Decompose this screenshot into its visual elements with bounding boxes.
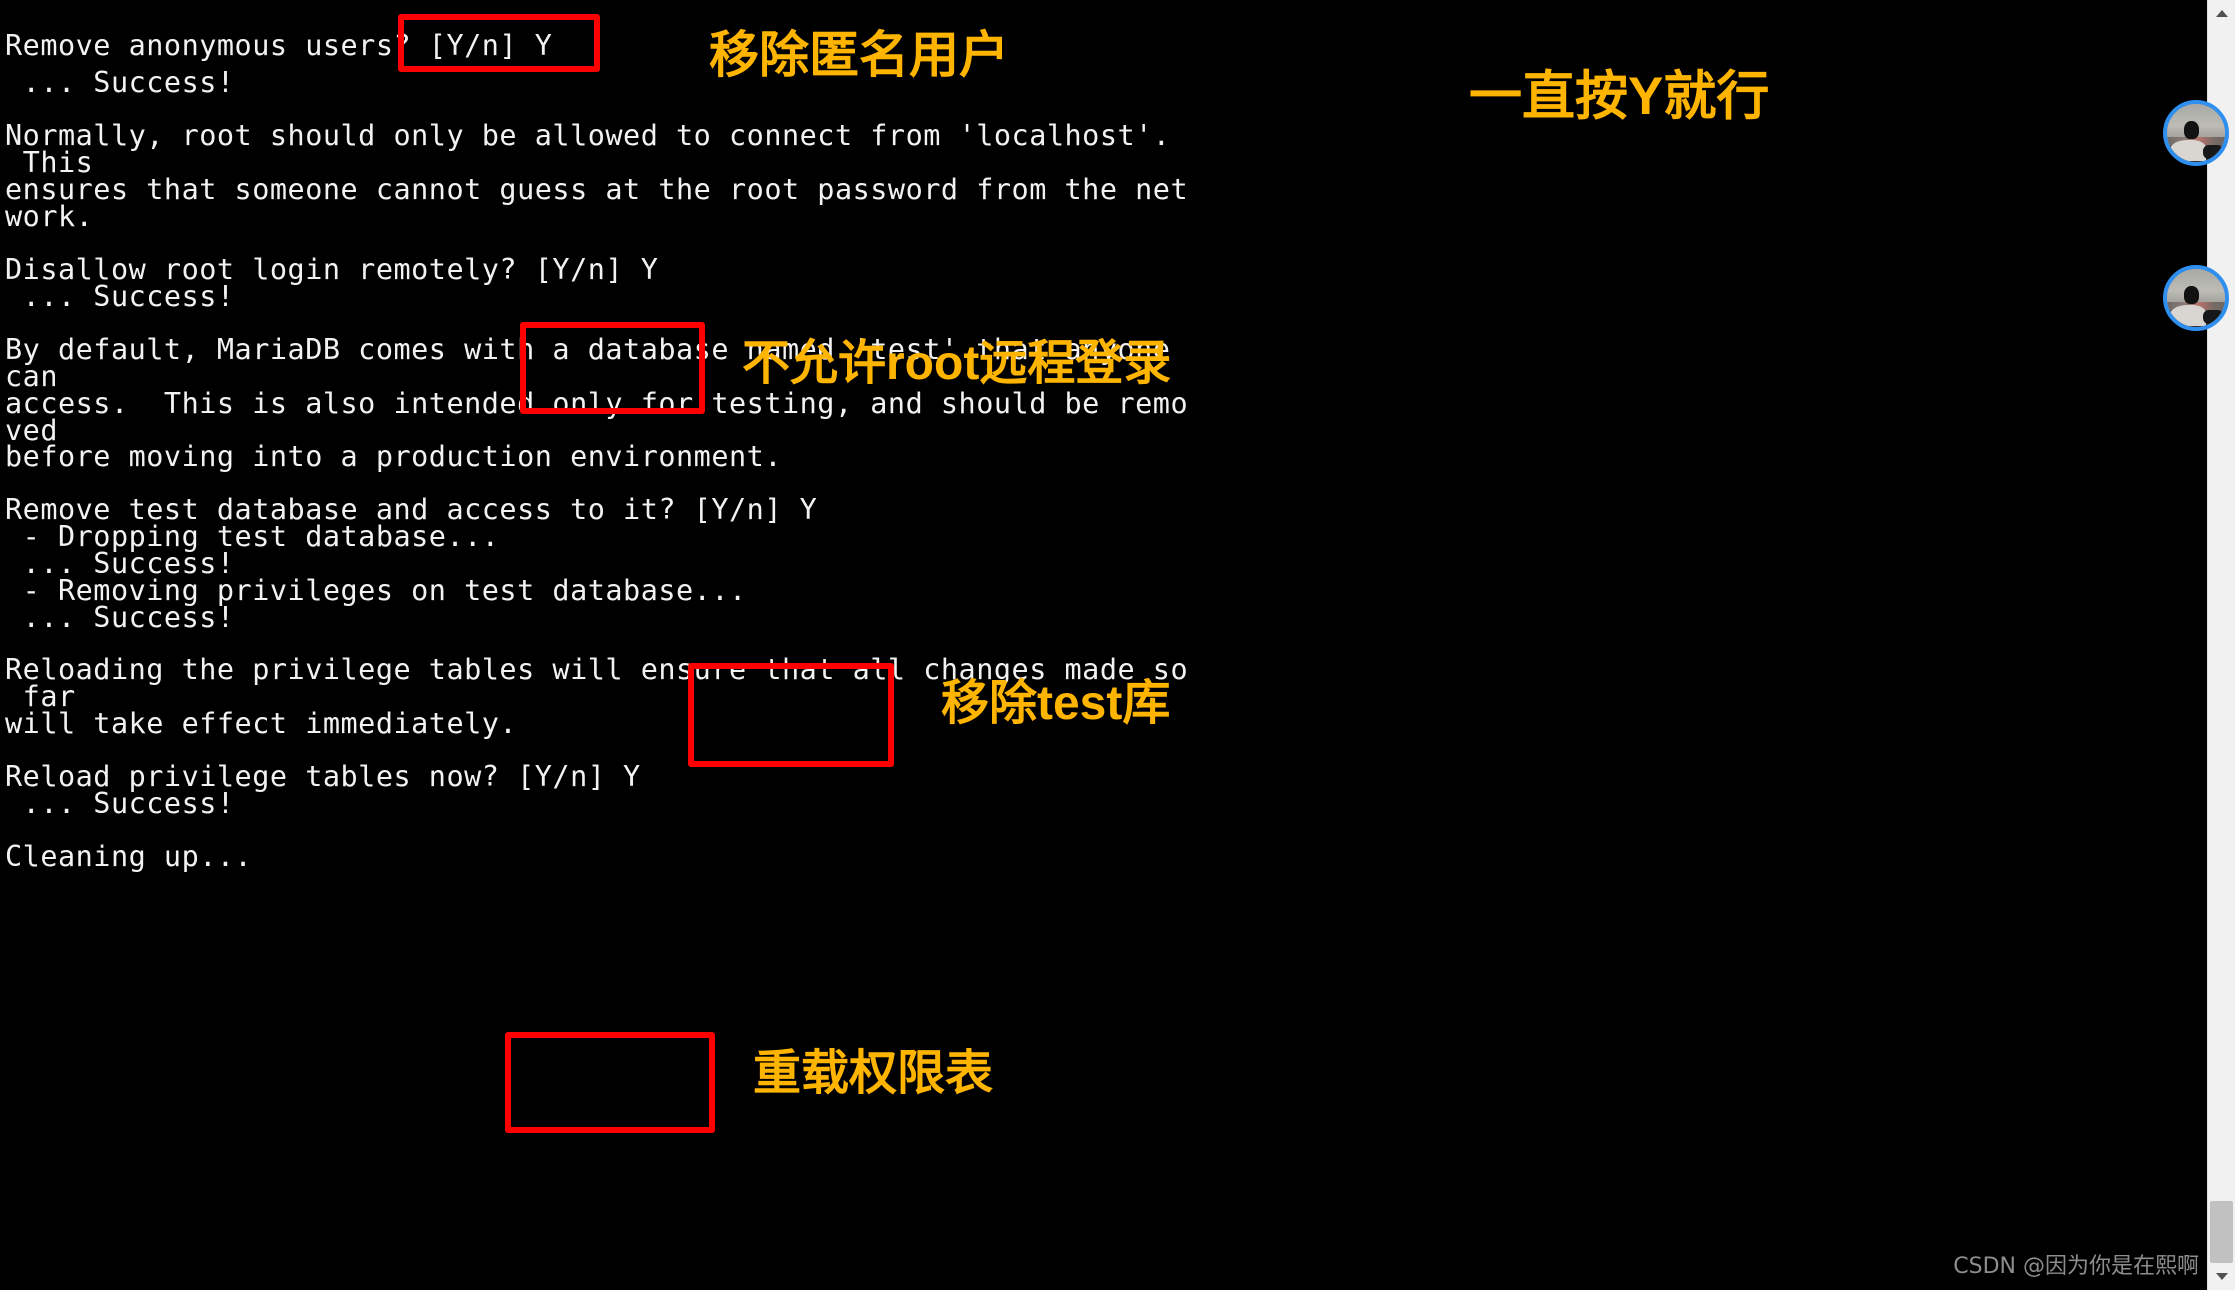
avatar-photo-person-body: [2170, 304, 2207, 326]
vertical-scrollbar[interactable]: [2207, 0, 2235, 1290]
terminal-line: will take effect immediately.: [5, 707, 518, 740]
scrollbar-thumb[interactable]: [2210, 1201, 2233, 1263]
note-disallow-root-remote: 不允许root远程登录: [742, 337, 1172, 390]
terminal-line: ... Success!: [5, 280, 235, 313]
avatar-photo-bag: [2202, 309, 2223, 324]
note-remove-test-db: 移除test库: [941, 677, 1171, 730]
highlight-box-remove-test-database: [688, 663, 894, 767]
highlight-box-disallow-root-remote-login: [520, 322, 705, 414]
terminal-output: Remove anonymous users? [Y/n] Y ... Succ…: [0, 0, 2180, 1290]
terminal-line: work.: [5, 200, 94, 233]
terminal-line: ... Success!: [5, 787, 235, 820]
terminal-line: ... Success!: [5, 66, 235, 99]
avatar-photo-person-head: [2184, 121, 2200, 139]
avatar-photo-person-body: [2170, 139, 2207, 161]
terminal-line: before moving into a production environm…: [5, 440, 782, 473]
note-remove-anonymous-users: 移除匿名用户: [709, 27, 1009, 83]
csdn-watermark: CSDN @因为你是在熙啊: [1953, 1254, 2199, 1279]
terminal-line: Cleaning up...: [5, 840, 253, 873]
terminal-line: ensures that someone cannot guess at the…: [5, 173, 1189, 206]
screen-root: Remove anonymous users? [Y/n] Y ... Succ…: [0, 0, 2235, 1290]
scroll-up-button[interactable]: [2208, 0, 2235, 27]
highlight-box-remove-anonymous-users: [398, 14, 600, 72]
scroll-down-button[interactable]: [2208, 1263, 2235, 1290]
avatar-photo-person-head: [2184, 286, 2200, 304]
chevron-down-icon: [2215, 1273, 2228, 1280]
note-reload-privilege-tables: 重载权限表: [753, 1047, 994, 1100]
terminal-line: Normally, root should only be allowed to…: [5, 119, 1171, 152]
avatar-photo-bag: [2202, 144, 2223, 159]
terminal-line: ... Success!: [5, 601, 235, 634]
note-press-y-always: 一直按Y就行: [1469, 67, 1770, 126]
floating-avatar-top[interactable]: [2163, 100, 2229, 166]
chevron-up-icon: [2215, 10, 2228, 17]
highlight-box-reload-privilege-tables: [505, 1032, 715, 1133]
floating-avatar-bottom[interactable]: [2163, 265, 2229, 331]
